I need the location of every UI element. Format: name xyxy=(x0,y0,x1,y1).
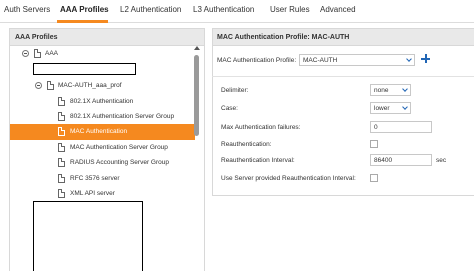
profile-select[interactable]: MAC-AUTH xyxy=(299,54,415,66)
reauth-interval-row: Reauthentication Interval: 86400 sec xyxy=(212,154,474,169)
document-icon xyxy=(58,174,65,183)
tab-user-rules[interactable]: User Rules xyxy=(270,5,310,14)
tab-l2-authentication[interactable]: L2 Authentication xyxy=(120,5,181,14)
redacted-tree-block xyxy=(33,201,143,271)
document-icon xyxy=(58,127,65,136)
reauthentication-checkbox[interactable] xyxy=(370,140,378,148)
tree-label: RFC 3576 server xyxy=(70,175,120,182)
document-icon xyxy=(58,189,65,198)
tree-node-mac-auth-aaa-prof[interactable]: MAC-AUTH_aaa_prof xyxy=(10,78,195,94)
delimiter-select[interactable]: none xyxy=(370,84,411,96)
max-auth-failures-input[interactable]: 0 xyxy=(370,121,432,133)
case-value: lower xyxy=(374,105,390,112)
max-auth-failures-label: Max Authentication failures: xyxy=(221,124,301,131)
tree-label: AAA xyxy=(45,50,59,57)
form-divider xyxy=(212,76,474,77)
redacted-tree-item xyxy=(33,63,136,75)
server-reauth-interval-row: Use Server provided Reauthentication Int… xyxy=(212,172,474,187)
case-label: Case: xyxy=(221,105,238,112)
top-tab-bar: Auth Servers AAA Profiles L2 Authenticat… xyxy=(0,0,474,23)
tree-item-mac-authentication[interactable]: MAC Authentication xyxy=(10,124,195,140)
document-icon xyxy=(58,158,65,167)
reauth-interval-unit: sec xyxy=(436,157,447,164)
tree-label: 802.1X Authentication xyxy=(70,98,134,105)
collapse-icon[interactable] xyxy=(35,82,42,89)
tree-label: MAC Authentication xyxy=(70,128,128,135)
reauthentication-label: Reauthentication: xyxy=(221,141,272,148)
tree-label: XML API server xyxy=(70,190,115,197)
document-icon xyxy=(34,49,41,58)
delimiter-value: none xyxy=(374,87,389,94)
case-select[interactable]: lower xyxy=(370,102,411,114)
delimiter-label: Delimiter: xyxy=(221,87,249,94)
tab-auth-servers[interactable]: Auth Servers xyxy=(4,5,50,14)
server-reauth-interval-checkbox[interactable] xyxy=(370,174,378,182)
tree-item-8021x-auth-server-group[interactable]: 802.1X Authentication Server Group xyxy=(10,109,195,125)
scrollbar-thumb[interactable] xyxy=(194,55,199,136)
reauth-interval-label: Reauthentication Interval: xyxy=(221,157,295,164)
chevron-down-icon xyxy=(406,56,412,62)
document-icon xyxy=(58,97,65,106)
profile-select-value: MAC-AUTH xyxy=(303,57,338,64)
document-icon xyxy=(58,112,65,121)
reauth-interval-input[interactable]: 86400 xyxy=(370,154,432,166)
tree-item-8021x-authentication[interactable]: 802.1X Authentication xyxy=(10,94,195,110)
tree-item-rfc-3576-server[interactable]: RFC 3576 server xyxy=(10,171,195,187)
plus-icon[interactable] xyxy=(421,54,430,63)
profile-panel-title: MAC Authentication Profile: MAC-AUTH xyxy=(213,29,474,46)
tab-l3-authentication[interactable]: L3 Authentication xyxy=(193,5,254,14)
tree-item-xml-api-server[interactable]: XML API server xyxy=(10,186,195,202)
tree-label: MAC Authentication Server Group xyxy=(70,144,168,151)
active-tab-indicator xyxy=(57,20,108,23)
tree-label: MAC-AUTH_aaa_prof xyxy=(58,82,122,89)
aaa-profiles-title: AAA Profiles xyxy=(10,29,204,46)
profile-select-label: MAC Authentication Profile: xyxy=(217,57,297,64)
scroll-up-icon[interactable] xyxy=(194,46,200,50)
delimiter-row: Delimiter: none xyxy=(212,84,474,99)
tree-node-aaa[interactable]: AAA xyxy=(10,46,195,62)
document-icon xyxy=(47,81,54,90)
reauthentication-row: Reauthentication: xyxy=(212,138,474,153)
tree-item-mac-auth-server-group[interactable]: MAC Authentication Server Group xyxy=(10,140,195,156)
server-reauth-interval-label: Use Server provided Reauthentication Int… xyxy=(221,175,356,182)
tab-aaa-profiles[interactable]: AAA Profiles xyxy=(60,5,109,14)
case-row: Case: lower xyxy=(212,102,474,117)
max-auth-failures-row: Max Authentication failures: 0 xyxy=(212,121,474,136)
chevron-down-icon xyxy=(402,86,408,92)
tree-item-radius-accounting-server-group[interactable]: RADIUS Accounting Server Group xyxy=(10,155,195,171)
chevron-down-icon xyxy=(402,104,408,110)
tree-scrollbar[interactable] xyxy=(193,45,201,271)
tab-advanced[interactable]: Advanced xyxy=(320,5,356,14)
tree-label: 802.1X Authentication Server Group xyxy=(70,113,175,120)
collapse-icon[interactable] xyxy=(22,50,29,57)
tree-label: RADIUS Accounting Server Group xyxy=(70,159,169,166)
document-icon xyxy=(58,143,65,152)
